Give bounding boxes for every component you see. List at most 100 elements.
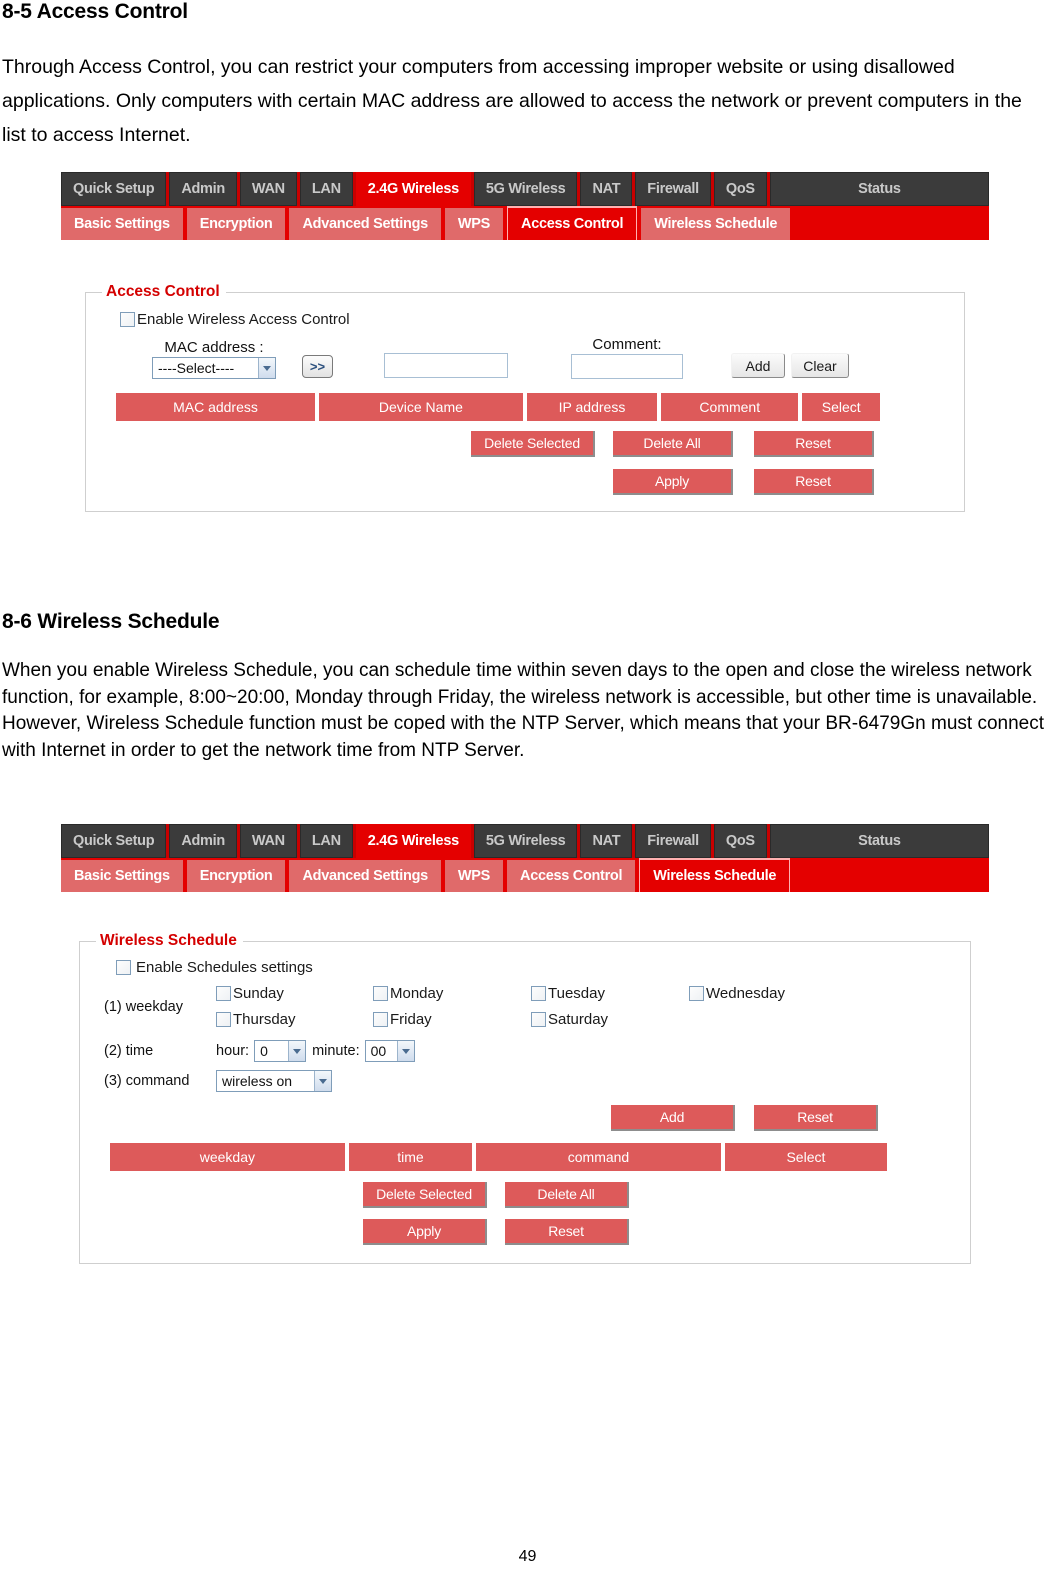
page-number: 49 xyxy=(518,1548,537,1565)
main-nav-bar-2: Quick Setup Admin WAN LAN 2.4G Wireless … xyxy=(61,824,989,858)
nav-tab-qos[interactable]: QoS xyxy=(713,172,767,206)
weekday-checkbox-saturday[interactable] xyxy=(531,1012,546,1027)
column-header-comment: Comment xyxy=(661,393,799,421)
weekday-label-tuesday: Tuesday xyxy=(548,985,605,1002)
subnav2-tab-encryption[interactable]: Encryption xyxy=(186,860,286,892)
schedule-delete-all-button[interactable]: Delete All xyxy=(505,1182,629,1208)
weekday-row-2: Thursday Friday Saturday xyxy=(216,1011,785,1028)
mac-address-label: MAC address : xyxy=(164,339,264,356)
weekday-checkbox-thursday[interactable] xyxy=(216,1012,231,1027)
nav2-tab-status[interactable]: Status xyxy=(769,824,989,858)
apply-button[interactable]: Apply xyxy=(613,469,733,495)
add-button[interactable]: Add xyxy=(731,353,785,378)
enable-access-control-row: Enable Wireless Access Control xyxy=(120,311,950,328)
nav-tab-nat[interactable]: NAT xyxy=(580,172,633,206)
weekday-checkbox-sunday[interactable] xyxy=(216,986,231,1001)
subnav-tab-access-control[interactable]: Access Control xyxy=(507,206,638,240)
clear-button[interactable]: Clear xyxy=(791,353,849,378)
nav2-tab-quick-setup[interactable]: Quick Setup xyxy=(61,824,167,858)
minute-label: minute: xyxy=(312,1043,360,1059)
enable-schedules-row: Enable Schedules settings xyxy=(116,959,956,976)
nav2-tab-5g-wireless[interactable]: 5G Wireless xyxy=(473,824,578,858)
reset-form-button[interactable]: Reset xyxy=(754,469,874,495)
nav2-tab-wan[interactable]: WAN xyxy=(239,824,297,858)
schedule-table-header: weekday time command Select xyxy=(110,1143,887,1171)
subnav2-tab-wps[interactable]: WPS xyxy=(444,860,504,892)
chevron-down-icon-minute xyxy=(396,1041,414,1061)
delete-selected-button[interactable]: Delete Selected xyxy=(471,431,595,457)
nav2-tab-admin[interactable]: Admin xyxy=(169,824,237,858)
schedule-add-button[interactable]: Add xyxy=(611,1105,735,1131)
subnav2-tab-access-control[interactable]: Access Control xyxy=(507,860,636,892)
subnav-tab-basic-settings[interactable]: Basic Settings xyxy=(61,208,183,240)
weekday-label-monday: Monday xyxy=(390,985,444,1002)
transfer-mac-button[interactable]: >> xyxy=(302,355,333,378)
column-header-weekday: weekday xyxy=(110,1143,345,1171)
nav-tab-firewall[interactable]: Firewall xyxy=(635,172,711,206)
minute-select[interactable]: 00 xyxy=(364,1040,415,1062)
enable-schedules-settings-checkbox[interactable] xyxy=(116,960,131,975)
nav2-tab-lan[interactable]: LAN xyxy=(299,824,353,858)
subnav-tab-wireless-schedule[interactable]: Wireless Schedule xyxy=(641,208,791,240)
weekday-row-1: Sunday Monday Tuesday Wednesday xyxy=(216,985,785,1002)
section-heading-access-control: 8-5 Access Control xyxy=(2,0,188,23)
schedule-delete-row: Delete Selected Delete All xyxy=(94,1182,956,1208)
subnav-tab-wps[interactable]: WPS xyxy=(444,208,504,240)
sub-nav-bar-2: Basic Settings Encryption Advanced Setti… xyxy=(61,858,989,892)
delete-actions-row: Delete Selected Delete All Reset xyxy=(100,431,950,457)
nav2-tab-qos[interactable]: QoS xyxy=(713,824,767,858)
section-paragraph-wireless-schedule: When you enable Wireless Schedule, you c… xyxy=(2,660,1044,761)
column-header-command: command xyxy=(476,1143,721,1171)
weekday-label-wednesday: Wednesday xyxy=(706,985,785,1002)
nav-tab-lan[interactable]: LAN xyxy=(299,172,353,206)
comment-label: Comment: xyxy=(592,336,662,353)
subnav-tab-advanced-settings[interactable]: Advanced Settings xyxy=(289,208,441,240)
mac-address-select[interactable]: ----Select---- xyxy=(152,357,276,379)
delete-all-button[interactable]: Delete All xyxy=(613,431,733,457)
main-nav-bar: Quick Setup Admin WAN LAN 2.4G Wireless … xyxy=(61,172,989,206)
nav-tab-status[interactable]: Status xyxy=(769,172,989,206)
nav-tab-wan[interactable]: WAN xyxy=(239,172,297,206)
schedule-apply-button[interactable]: Apply xyxy=(363,1219,487,1245)
nav-tab-5g-wireless[interactable]: 5G Wireless xyxy=(473,172,578,206)
schedule-delete-selected-button[interactable]: Delete Selected xyxy=(363,1182,487,1208)
weekday-checkbox-monday[interactable] xyxy=(373,986,388,1001)
schedule-reset-bottom-button[interactable]: Reset xyxy=(505,1219,629,1245)
command-select[interactable]: wireless on xyxy=(216,1070,332,1092)
minute-select-value: 00 xyxy=(370,1043,387,1059)
hour-select-value: 0 xyxy=(260,1043,268,1059)
reset-table-button[interactable]: Reset xyxy=(754,431,874,457)
hour-select[interactable]: 0 xyxy=(254,1040,307,1062)
weekday-checkbox-wednesday[interactable] xyxy=(689,986,704,1001)
command-label: (3) command xyxy=(104,1073,190,1089)
subnav-filler xyxy=(794,208,989,240)
nav2-tab-nat[interactable]: NAT xyxy=(580,824,633,858)
weekday-checkbox-friday[interactable] xyxy=(373,1012,388,1027)
weekday-label-sunday: Sunday xyxy=(233,985,284,1002)
comment-group: Comment: xyxy=(571,336,683,379)
router-ui-screenshot-wireless-schedule: Quick Setup Admin WAN LAN 2.4G Wireless … xyxy=(61,824,989,1264)
weekday-checkbox-grid: Sunday Monday Tuesday Wednesday Thursday xyxy=(216,985,785,1028)
sub-nav-bar: Basic Settings Encryption Advanced Setti… xyxy=(61,206,989,240)
nav2-tab-firewall[interactable]: Firewall xyxy=(635,824,711,858)
nav-tab-admin[interactable]: Admin xyxy=(169,172,237,206)
panel-area-wireless-schedule: Wireless Schedule Enable Schedules setti… xyxy=(61,892,989,1264)
nav-tab-24g-wireless[interactable]: 2.4G Wireless xyxy=(355,172,471,206)
subnav2-tab-basic-settings[interactable]: Basic Settings xyxy=(61,860,183,892)
nav-tab-quick-setup[interactable]: Quick Setup xyxy=(61,172,167,206)
subnav2-tab-wireless-schedule[interactable]: Wireless Schedule xyxy=(639,858,791,892)
column-header-device-name: Device Name xyxy=(318,393,523,421)
chevron-down-icon-command xyxy=(314,1071,331,1091)
subnav-tab-encryption[interactable]: Encryption xyxy=(186,208,286,240)
comment-input[interactable] xyxy=(571,354,683,379)
panel-area-access-control: Access Control Enable Wireless Access Co… xyxy=(61,240,989,512)
mac-address-select-value: ----Select---- xyxy=(158,360,235,376)
section-heading-wireless-schedule: 8-6 Wireless Schedule xyxy=(2,610,220,633)
nav2-tab-24g-wireless[interactable]: 2.4G Wireless xyxy=(355,824,471,858)
weekday-checkbox-tuesday[interactable] xyxy=(531,986,546,1001)
schedule-reset-top-button[interactable]: Reset xyxy=(754,1105,878,1131)
subnav2-tab-advanced-settings[interactable]: Advanced Settings xyxy=(289,860,441,892)
enable-wireless-access-control-checkbox[interactable] xyxy=(120,312,135,327)
mac-address-input[interactable] xyxy=(384,353,508,378)
access-control-legend: Access Control xyxy=(106,283,220,300)
